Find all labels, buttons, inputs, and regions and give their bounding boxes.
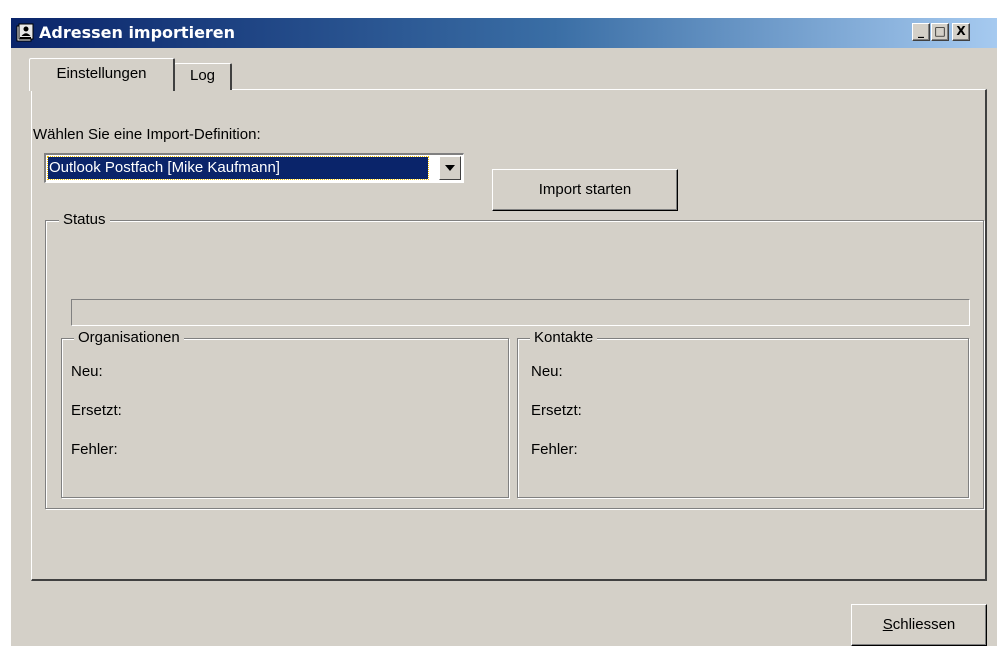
contacts-errors-label: Fehler: xyxy=(531,441,578,458)
contacts-group-title: Kontakte xyxy=(530,329,598,347)
import-progress-bar xyxy=(71,299,970,326)
title-bar[interactable]: Adressen importieren _ □ X xyxy=(11,18,997,48)
close-button-label: chliessen xyxy=(892,616,956,633)
contacts-replaced-label: Ersetzt: xyxy=(531,402,582,419)
window-title: Adressen importieren xyxy=(39,23,236,42)
contacts-new-label: Neu: xyxy=(531,363,563,380)
close-button-accelerator: S xyxy=(882,616,893,633)
import-dialog: Adressen importieren _ □ X Einstellungen… xyxy=(10,17,997,646)
close-window-button[interactable]: X xyxy=(952,23,970,41)
status-group-title: Status xyxy=(59,211,110,229)
organisations-group-title: Organisationen xyxy=(74,329,184,347)
import-start-button[interactable]: Import starten xyxy=(492,169,678,211)
organisations-new-label: Neu: xyxy=(71,363,103,380)
close-button[interactable]: Schliessen xyxy=(851,604,987,646)
tab-einstellungen[interactable]: Einstellungen xyxy=(29,58,175,91)
contacts-group xyxy=(517,338,969,498)
definition-selected-value: Outlook Postfach [Mike Kaufmann] xyxy=(47,156,429,180)
definition-label: Wählen Sie eine Import-Definition: xyxy=(33,126,261,143)
organisations-replaced-label: Ersetzt: xyxy=(71,402,122,419)
address-book-icon xyxy=(16,23,34,42)
organisations-errors-label: Fehler: xyxy=(71,441,118,458)
maximize-button[interactable]: □ xyxy=(931,23,949,41)
tab-log[interactable]: Log xyxy=(174,63,232,90)
definition-dropdown[interactable]: Outlook Postfach [Mike Kaufmann] xyxy=(44,153,464,183)
minimize-button[interactable]: _ xyxy=(912,23,930,41)
organisations-group xyxy=(61,338,509,498)
chevron-down-icon[interactable] xyxy=(439,156,461,180)
